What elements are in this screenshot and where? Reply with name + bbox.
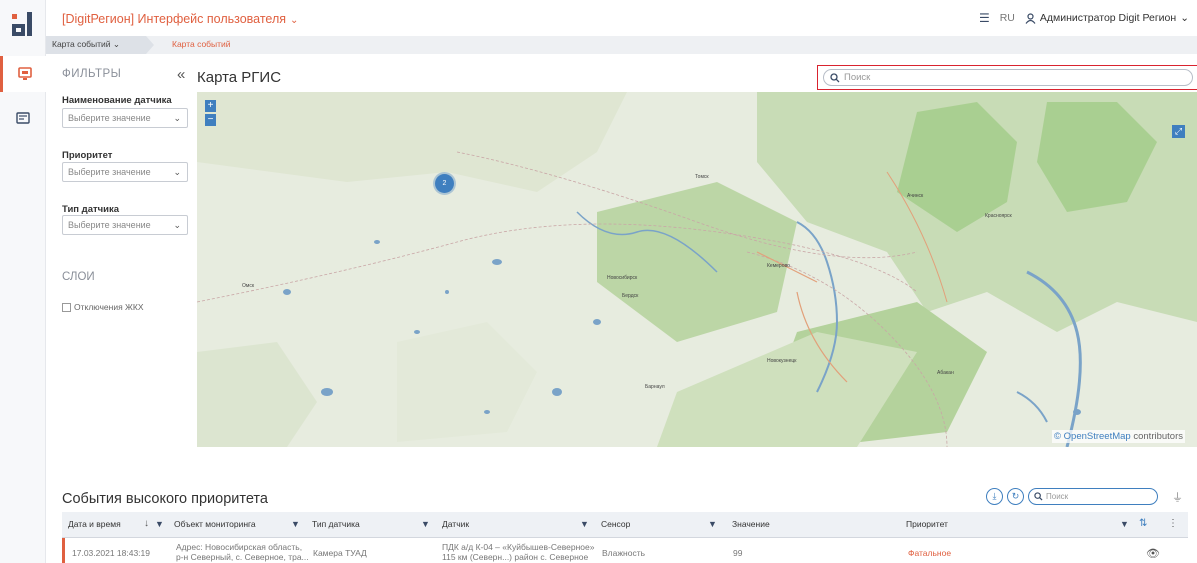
map-city-label: Новокузнецк xyxy=(767,358,797,364)
filter-icon[interactable]: ▼ xyxy=(708,519,717,529)
refresh-icon: ↻ xyxy=(1011,491,1020,501)
map-search-input[interactable]: Поиск xyxy=(823,69,1193,86)
sort-toggle-icon[interactable]: ⇅ xyxy=(1139,518,1147,529)
view-eye-icon[interactable]: 👁 xyxy=(1146,547,1160,560)
breadcrumb-item-1[interactable]: Карта событий ⌄ xyxy=(52,39,120,50)
language-switch[interactable]: RU xyxy=(1000,12,1015,24)
chevron-down-icon: ⌄ xyxy=(173,113,181,123)
filter-icon[interactable]: ▼ xyxy=(155,519,164,529)
refresh-button[interactable]: ↻ xyxy=(1007,488,1024,505)
column-header-datetime[interactable]: Дата и время xyxy=(68,519,121,529)
map-view[interactable]: Томск Ачинск Красноярск Омск Кемерово Но… xyxy=(197,92,1197,447)
cell-metric: Влажность xyxy=(602,548,646,558)
map-cluster-marker[interactable]: 2 xyxy=(435,174,454,193)
filter-settings-icon[interactable]: ⏚ xyxy=(1172,489,1183,505)
list-card-icon xyxy=(16,112,30,124)
map-city-label: Бердск xyxy=(622,293,639,299)
checkbox[interactable] xyxy=(62,302,71,312)
chevron-down-icon: ⌄ xyxy=(173,220,181,230)
search-icon xyxy=(1034,492,1043,501)
events-search-input[interactable]: Поиск xyxy=(1028,488,1158,505)
filter-icon[interactable]: ▼ xyxy=(291,519,300,529)
left-rail xyxy=(0,0,46,563)
search-icon xyxy=(830,72,840,82)
filter-icon[interactable]: ▼ xyxy=(580,519,589,529)
download-button[interactable]: ⤓ xyxy=(986,488,1003,505)
layers-title: СЛОИ xyxy=(62,271,95,283)
map-city-label: Барнаул xyxy=(645,384,665,390)
map-city-label: Новосибирск xyxy=(607,275,638,281)
cell-priority: Фатальное xyxy=(908,548,952,558)
filter-label-priority: Приоритет xyxy=(62,150,113,161)
filter-label-sensor-type: Тип датчика xyxy=(62,204,120,215)
breadcrumb-item-2[interactable]: Карта событий xyxy=(172,39,231,49)
map-city-label: Ачинск xyxy=(907,193,924,199)
map-city-label: Омск xyxy=(242,283,255,289)
app-logo-icon[interactable] xyxy=(8,10,36,40)
column-header-object[interactable]: Объект мониторинга xyxy=(174,519,256,529)
more-options-icon[interactable]: ⋮ xyxy=(1168,518,1178,529)
zoom-in-button[interactable]: + xyxy=(205,100,216,112)
app-title: [DigitРегион] Интерфейс пользователя xyxy=(62,12,287,26)
map-title: Карта РГИС xyxy=(197,69,282,86)
user-icon xyxy=(1025,12,1036,24)
collapse-filters-icon[interactable]: « xyxy=(177,66,185,83)
download-icon: ⤓ xyxy=(992,491,997,501)
user-name: Администратор Digit Регион xyxy=(1039,12,1177,24)
map-city-label: Томск xyxy=(695,174,709,180)
column-header-sensor[interactable]: Датчик xyxy=(442,519,469,529)
events-toolbar: ⤓ ↻ Поиск xyxy=(986,488,1158,505)
monitor-icon xyxy=(17,67,32,80)
sort-desc-icon[interactable]: ↓ xyxy=(144,518,149,529)
select-sensor-name[interactable]: Выберите значение ⌄ xyxy=(62,108,188,128)
filter-label-sensor-name: Наименование датчика xyxy=(62,95,172,106)
chevron-down-icon: ⌄ xyxy=(1180,12,1189,24)
user-menu[interactable]: Администратор Digit Регион ⌄ xyxy=(1025,12,1189,24)
column-header-priority[interactable]: Приоритет xyxy=(906,519,948,529)
chevron-down-icon: ⌄ xyxy=(173,167,181,177)
select-priority[interactable]: Выберите значение ⌄ xyxy=(62,162,188,182)
cell-sensor: ПДК а/д К-04 – «Куйбышев-Северное» 115 к… xyxy=(442,542,595,562)
select-sensor-type[interactable]: Выберите значение ⌄ xyxy=(62,215,188,235)
cell-value: 99 xyxy=(733,548,743,558)
chevron-down-icon: ⌄ xyxy=(290,15,299,26)
column-header-value[interactable]: Значение xyxy=(732,519,770,529)
cell-datetime: 17.03.2021 18:43:19 xyxy=(72,548,150,558)
breadcrumb: Карта событий ⌄ Карта событий xyxy=(46,36,1197,54)
map-tiles xyxy=(197,92,1197,447)
filters-panel: ФИЛЬТРЫ xyxy=(62,68,192,80)
cell-object: Адрес: Новосибирская область, р-н Северн… xyxy=(176,542,309,562)
app-title-dropdown[interactable]: [DigitРегион] Интерфейс пользователя ⌄ xyxy=(62,12,298,26)
filter-icon[interactable]: ▼ xyxy=(1120,519,1129,529)
layer-option-utilities[interactable]: Отключения ЖКХ xyxy=(62,302,144,312)
chevron-down-icon: ⌄ xyxy=(112,39,121,49)
menu-list-icon[interactable]: ☰ xyxy=(979,11,990,25)
top-right-controls: ☰ RU Администратор Digit Регион ⌄ xyxy=(979,11,1189,25)
map-zoom-controls: + − xyxy=(205,100,216,128)
column-header-sensor-type[interactable]: Тип датчика xyxy=(312,519,360,529)
map-attribution: © OpenStreetMap contributors xyxy=(1052,430,1185,443)
cell-sensor-type: Камера ТУАД xyxy=(313,548,367,558)
filter-icon[interactable]: ▼ xyxy=(421,519,430,529)
nav-events-map[interactable] xyxy=(0,56,46,92)
column-header-metric[interactable]: Сенсор xyxy=(601,519,630,529)
map-city-label: Красноярск xyxy=(985,213,1012,219)
table-row[interactable]: 17.03.2021 18:43:19 Адрес: Новосибирская… xyxy=(62,538,1188,563)
table-header: Дата и время ↓ ▼ Объект мониторинга ▼ Ти… xyxy=(62,512,1188,538)
openstreetmap-link[interactable]: OpenStreetMap xyxy=(1064,431,1131,442)
events-title: События высокого приоритета xyxy=(62,491,268,507)
map-city-label: Абакан xyxy=(937,370,954,376)
fullscreen-icon[interactable]: ⤢ xyxy=(1172,125,1185,138)
zoom-out-button[interactable]: − xyxy=(205,114,216,126)
top-bar: [DigitРегион] Интерфейс пользователя ⌄ ☰ … xyxy=(46,0,1197,36)
filters-title: ФИЛЬТРЫ xyxy=(62,68,122,80)
map-search-highlight: Поиск xyxy=(817,65,1197,90)
nav-reports[interactable] xyxy=(0,100,46,136)
map-city-label: Кемерово xyxy=(767,263,790,269)
